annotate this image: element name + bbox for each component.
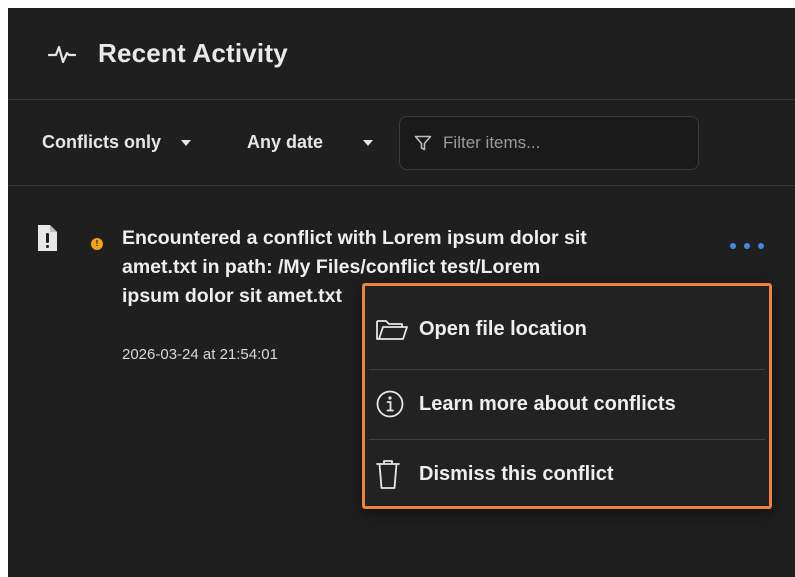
filter-funnel-icon bbox=[414, 135, 432, 150]
filter-bar: Conflicts only Any date bbox=[8, 100, 795, 186]
filter-search-input[interactable] bbox=[441, 131, 666, 154]
type-filter-label: Conflicts only bbox=[42, 132, 162, 152]
dot bbox=[744, 243, 750, 249]
caret-down-icon bbox=[181, 139, 192, 146]
menu-item-open-file-location[interactable]: Open file location bbox=[375, 296, 761, 362]
type-filter-dropdown[interactable]: Conflicts only bbox=[42, 132, 192, 153]
context-menu: Open file location Learn more about conf… bbox=[362, 283, 772, 509]
date-filter-label: Any date bbox=[247, 132, 324, 152]
caret-down-icon bbox=[363, 139, 374, 146]
activity-timestamp: 2026-03-24 at 21:54:01 bbox=[122, 346, 278, 363]
folder-open-icon bbox=[375, 316, 419, 342]
recent-activity-panel: Recent Activity Conflicts only Any date bbox=[8, 8, 795, 577]
menu-divider bbox=[369, 439, 765, 440]
menu-item-learn-more[interactable]: Learn more about conflicts bbox=[375, 371, 761, 437]
file-warning-icon bbox=[36, 224, 58, 257]
dot bbox=[758, 243, 764, 249]
menu-divider bbox=[369, 369, 765, 370]
menu-item-label: Learn more about conflicts bbox=[419, 392, 676, 415]
filter-search-box[interactable] bbox=[399, 115, 700, 170]
more-options-button[interactable] bbox=[730, 238, 764, 254]
date-filter-dropdown[interactable]: Any date bbox=[247, 132, 374, 153]
panel-header: Recent Activity bbox=[8, 8, 795, 100]
activity-pulse-icon bbox=[48, 43, 76, 65]
trash-icon bbox=[375, 458, 419, 490]
menu-item-dismiss-conflict[interactable]: Dismiss this conflict bbox=[375, 441, 761, 507]
dot bbox=[730, 243, 736, 249]
menu-item-label: Dismiss this conflict bbox=[419, 462, 614, 485]
warning-status-badge: ! bbox=[91, 238, 103, 250]
page-title: Recent Activity bbox=[98, 38, 288, 68]
menu-item-label: Open file location bbox=[419, 317, 587, 340]
info-circle-icon bbox=[375, 389, 419, 419]
